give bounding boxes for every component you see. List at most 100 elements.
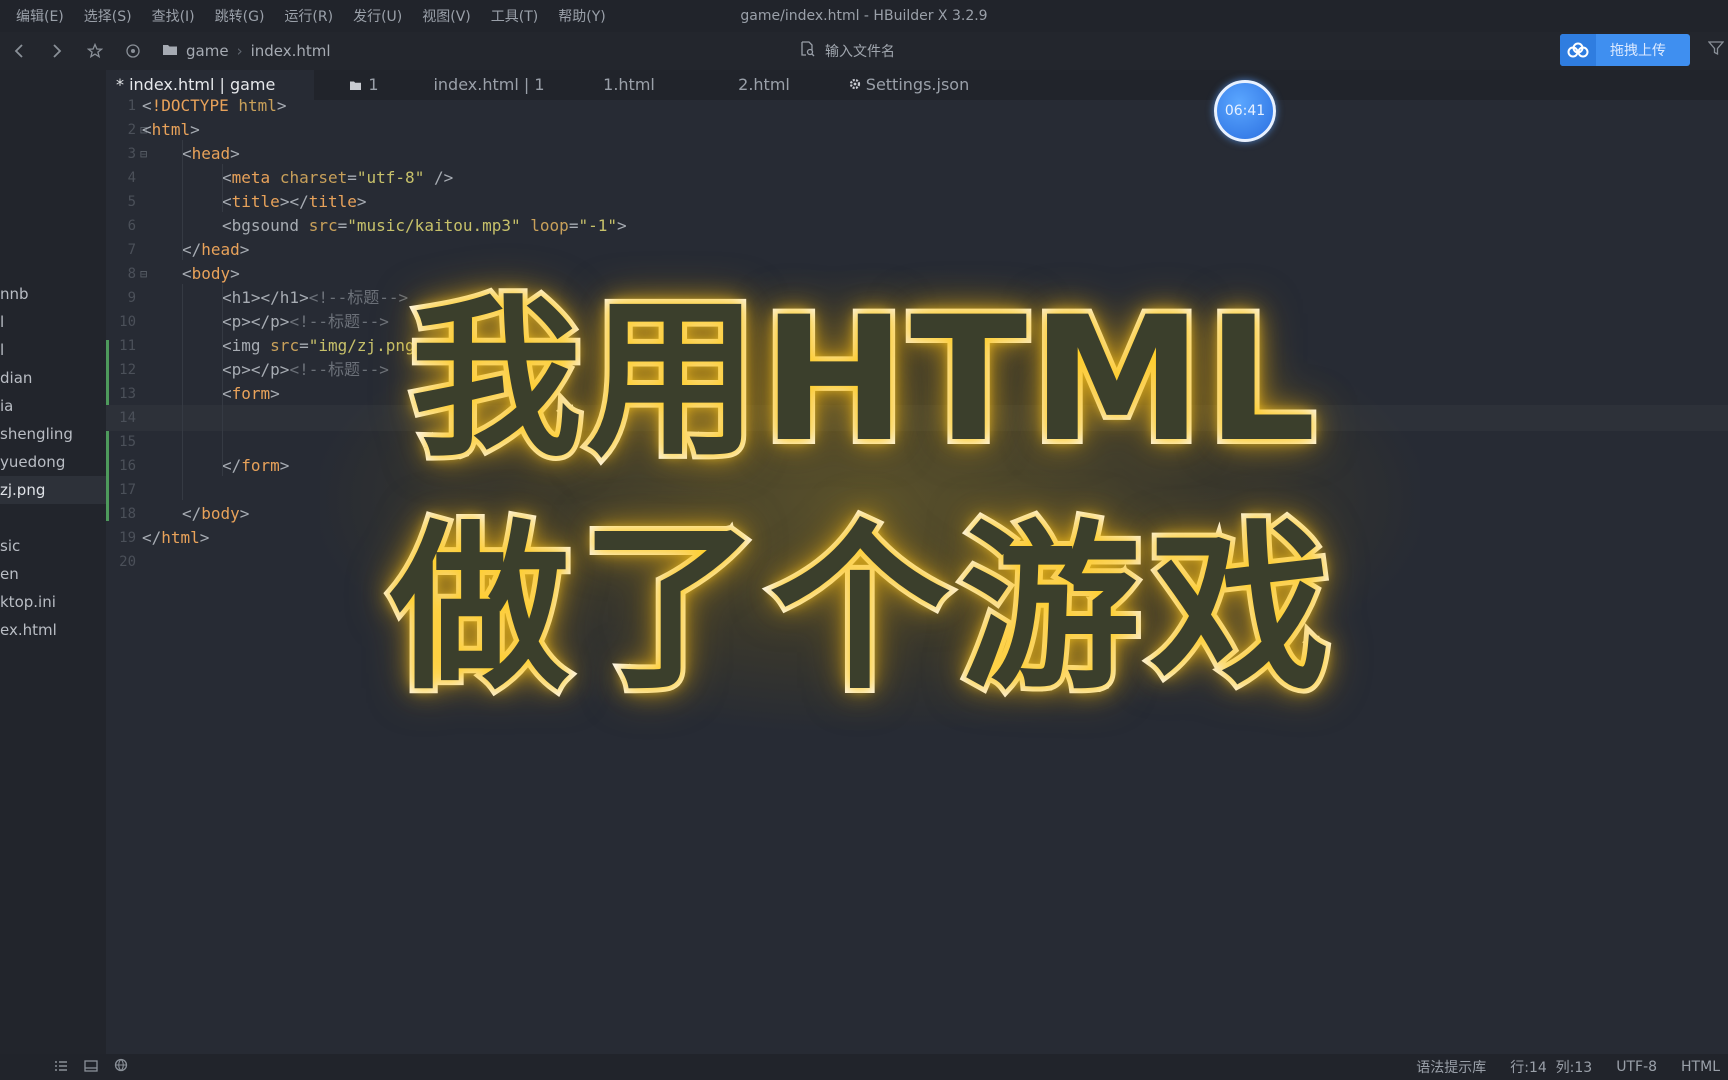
syntax-hint-library[interactable]: 语法提示库: [1416, 1057, 1486, 1077]
code-token: html: [151, 120, 191, 139]
tree-item-label: en: [0, 565, 19, 583]
tree-item[interactable]: zj.png: [0, 476, 106, 504]
cursor-position[interactable]: 行:14 列:13: [1510, 1057, 1592, 1077]
code-token: <: [222, 168, 232, 187]
filter-icon[interactable]: [1707, 40, 1725, 60]
line-number: 1: [127, 98, 136, 114]
tab-label: * index.html | game: [116, 75, 276, 94]
file-search-input[interactable]: [825, 43, 1025, 59]
code-text: <title></title>: [222, 189, 367, 215]
menu-item[interactable]: 运行(R): [284, 6, 333, 26]
menu-item[interactable]: 编辑(E): [16, 6, 64, 26]
tree-item[interactable]: yuedong: [0, 448, 106, 476]
line-number: 4: [127, 170, 136, 186]
code-token: <img: [222, 336, 271, 355]
tree-item[interactable]: shengling: [0, 420, 106, 448]
code-token: <: [222, 384, 232, 403]
star-icon[interactable]: [76, 32, 114, 70]
tree-item-label: shengling: [0, 425, 73, 443]
code-token: form: [231, 384, 271, 403]
breadcrumb-separator: ›: [236, 42, 243, 60]
menu-item[interactable]: 选择(S): [84, 6, 132, 26]
code-text: </form>: [222, 453, 289, 479]
tree-item[interactable]: sic: [0, 532, 106, 560]
code-token: body: [201, 504, 240, 523]
headline-line-1: 我用HTML: [405, 275, 1321, 485]
tab-label: Settings.json: [865, 75, 970, 94]
gear-icon: [849, 75, 866, 94]
code-token: src: [270, 336, 300, 355]
upload-button[interactable]: 拖拽上传: [1560, 34, 1690, 66]
tree-item[interactable]: l: [0, 336, 106, 364]
breadcrumb-item[interactable]: index.html: [251, 42, 331, 60]
code-token: title: [231, 192, 280, 211]
folder-icon: [162, 42, 178, 60]
code-line[interactable]: 5 <title></title>: [106, 189, 1728, 215]
tree-item[interactable]: dian: [0, 364, 106, 392]
code-token: loop: [530, 216, 569, 235]
code-token: >: [356, 192, 367, 211]
tree-item[interactable]: ktop.ini: [0, 588, 106, 616]
line-number: 17: [119, 482, 136, 498]
headline-line-2: 做了个游戏: [385, 500, 1340, 719]
code-token: <: [182, 144, 192, 163]
menu-item[interactable]: 查找(I): [152, 6, 195, 26]
panel-icon[interactable]: [84, 1058, 98, 1076]
tree-item-label: l: [0, 313, 5, 331]
code-line[interactable]: 6 <bgsound src="music/kaitou.mp3" loop="-…: [106, 213, 1728, 239]
tree-item-label: ktop.ini: [0, 593, 56, 611]
tree-item[interactable]: ia: [0, 392, 106, 420]
menu-item[interactable]: 工具(T): [491, 6, 538, 26]
code-line[interactable]: 7 </head>: [106, 237, 1728, 263]
breadcrumb-item[interactable]: game: [186, 42, 229, 60]
code-token: html: [161, 528, 200, 547]
menu-item[interactable]: 跳转(G): [215, 6, 265, 26]
code-token: html: [238, 96, 277, 115]
back-icon[interactable]: [0, 32, 38, 70]
target-icon[interactable]: [114, 32, 152, 70]
line-number: 2: [127, 122, 136, 138]
tree-item[interactable]: nnb: [0, 280, 106, 308]
code-text: <meta charset="utf-8" />: [222, 165, 453, 191]
code-token: >: [276, 96, 287, 115]
code-token: =: [337, 216, 348, 235]
code-line[interactable]: 3 ⊟ <head>: [106, 141, 1728, 167]
tree-item[interactable]: en: [0, 560, 106, 588]
menu-item[interactable]: 视图(V): [422, 6, 471, 26]
globe-icon[interactable]: [114, 1058, 128, 1076]
menu-item[interactable]: 发行(U): [353, 6, 402, 26]
code-text: <form>: [222, 381, 280, 407]
line-number: 5: [127, 194, 136, 210]
code-token: <h1></h1>: [222, 288, 309, 307]
cloud-upload-icon: [1560, 34, 1596, 66]
code-line[interactable]: 4 <meta charset="utf-8" />: [106, 165, 1728, 191]
code-token: body: [191, 264, 231, 283]
tab-label: 1.html: [603, 75, 655, 94]
language-mode[interactable]: HTML: [1681, 1059, 1720, 1075]
code-line[interactable]: 2 ⊟ <html>: [106, 117, 1728, 143]
code-token: >: [270, 384, 280, 403]
code-token: =: [568, 216, 579, 235]
code-token: charset: [279, 168, 348, 187]
forward-icon[interactable]: [38, 32, 76, 70]
code-token: >: [279, 456, 290, 475]
menu-list: 编辑(E) 选择(S) 查找(I) 跳转(G) 运行(R) 发行(U) 视图(V) 工具(T)…: [0, 6, 626, 26]
code-line[interactable]: 1 <!DOCTYPE html>: [106, 93, 1728, 119]
code-token: >: [616, 216, 627, 235]
tab-label: 1: [368, 75, 379, 94]
fold-toggle-icon[interactable]: ⊟: [140, 141, 147, 167]
breadcrumb: game › index.html: [162, 42, 331, 60]
file-encoding[interactable]: UTF-8: [1616, 1059, 1657, 1075]
menu-item[interactable]: 帮助(Y): [558, 6, 605, 26]
tree-item[interactable]: ex.html: [0, 616, 106, 644]
project-explorer: nnb l l dian ia shengling yuedong zj.png sic en kt…: [0, 70, 106, 1054]
fold-toggle-icon[interactable]: ⊟: [140, 261, 147, 287]
tree-item[interactable]: l: [0, 308, 106, 336]
line-number: 11: [119, 338, 136, 354]
indent-guide: [222, 164, 223, 212]
tab-label: 2.html: [738, 75, 790, 94]
line-number: 20: [119, 554, 136, 570]
list-icon[interactable]: [54, 1058, 68, 1076]
timer-badge[interactable]: 06:41: [1214, 80, 1276, 142]
